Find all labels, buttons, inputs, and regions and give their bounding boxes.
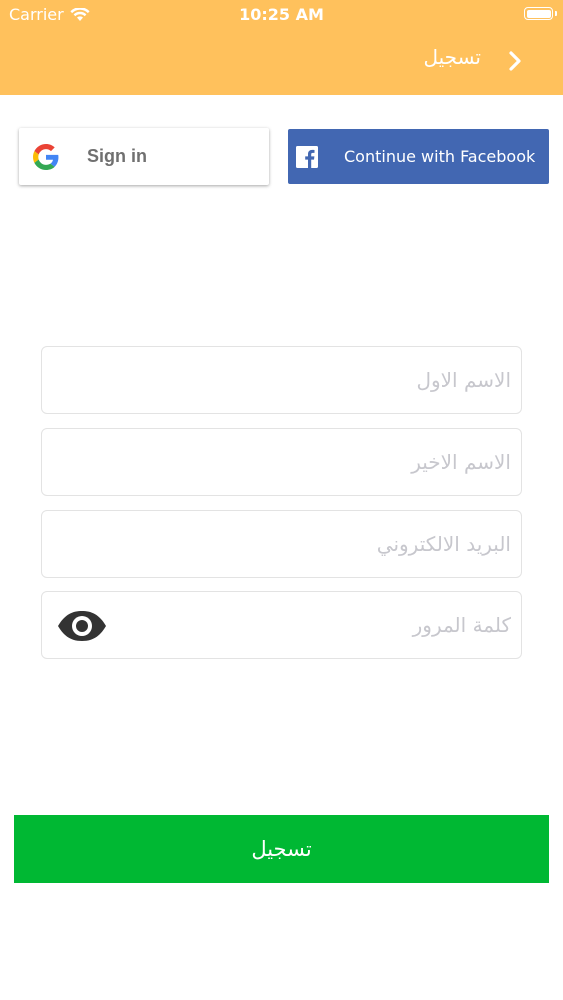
back-button[interactable] [503, 48, 527, 74]
google-logo-icon [33, 143, 59, 170]
first-name-field [41, 346, 522, 414]
register-button-label: تسجيل [251, 837, 312, 861]
password-visibility-toggle[interactable] [56, 610, 108, 642]
email-field [41, 510, 522, 578]
header: Carrier 10:25 AM تسجيل [0, 0, 563, 95]
google-sign-in-label: Sign in [87, 146, 147, 166]
password-field [41, 591, 522, 659]
register-button[interactable]: تسجيل [14, 815, 549, 883]
last-name-field [41, 428, 522, 496]
status-bar: Carrier 10:25 AM [0, 0, 563, 30]
status-time: 10:25 AM [239, 5, 324, 24]
battery-level [526, 9, 551, 18]
facebook-login-button[interactable]: Continue with Facebook [288, 129, 549, 184]
email-input[interactable] [42, 511, 521, 577]
battery-tip [555, 11, 557, 16]
last-name-input[interactable] [42, 429, 521, 495]
facebook-login-label: Continue with Facebook [344, 147, 536, 166]
first-name-input[interactable] [42, 347, 521, 413]
facebook-logo-icon [296, 145, 318, 168]
google-sign-in-button[interactable]: Sign in [19, 128, 269, 185]
eye-icon [58, 611, 106, 641]
password-input[interactable] [42, 592, 521, 658]
battery-icon [524, 7, 553, 20]
page-title: تسجيل [423, 45, 482, 69]
chevron-right-icon [509, 51, 521, 71]
